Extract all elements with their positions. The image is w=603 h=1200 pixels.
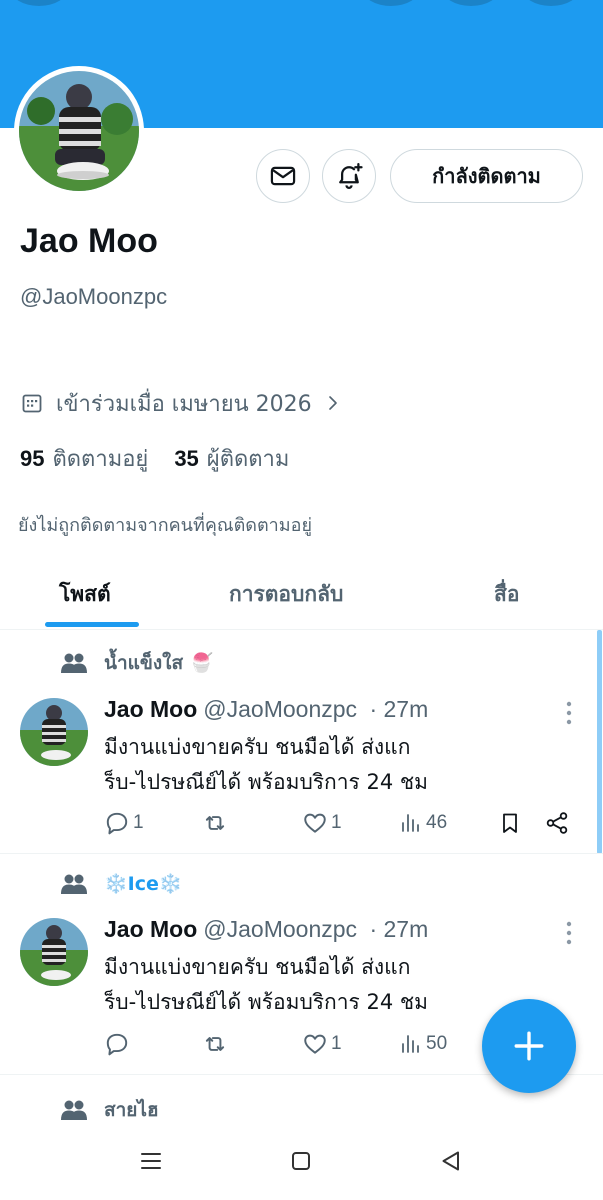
post-author-name[interactable]: Jao Moo <box>104 696 197 722</box>
post-text: มีงานแบ่งขายครับ ชนมือได้ ส่งแก ร็บ-ไปรษ… <box>104 950 524 1020</box>
back-triangle-icon <box>442 1151 459 1171</box>
followers-count[interactable]: 35 <box>174 446 198 472</box>
header-button-shape[interactable] <box>522 0 580 6</box>
tab-replies[interactable]: การตอบกลับ <box>229 578 343 611</box>
tab-posts[interactable]: โพสต์ <box>59 578 111 611</box>
avatar-image <box>19 71 139 191</box>
speech-bubble-icon <box>106 812 128 835</box>
repost-arrows-icon <box>205 1037 225 1051</box>
post-actions: 1 1 46 <box>104 808 584 838</box>
reply-count: 1 <box>133 812 144 833</box>
follow-stats: 95 ติดตามอยู่ 35 ผู้ติดตาม <box>20 441 289 476</box>
reply-button[interactable] <box>104 1029 133 1059</box>
post-text-line: มีงานแบ่งขายครับ ชนมือได้ ส่งแก <box>104 955 411 979</box>
square-icon <box>292 1152 310 1170</box>
community-name: ❄️Ice❄️ <box>104 873 183 895</box>
following-button[interactable]: กำลังติดตาม <box>390 149 583 203</box>
view-count: 50 <box>426 1033 448 1054</box>
not-followed-note: ยังไม่ถูกติดตามจากคนที่คุณติดตามอยู่ <box>18 515 312 536</box>
post-author-handle[interactable]: @JaoMoonzpc <box>203 696 357 722</box>
like-count: 1 <box>331 1033 342 1054</box>
people-icon <box>61 653 87 673</box>
envelope-icon <box>270 166 296 186</box>
repost-button[interactable] <box>202 1029 231 1059</box>
bookmark-icon <box>503 813 517 833</box>
bar-chart-icon <box>402 814 419 832</box>
plus-icon <box>514 1031 544 1061</box>
tab-media[interactable]: สื่อ <box>494 578 519 611</box>
like-button[interactable]: 1 <box>302 1029 342 1059</box>
people-icon <box>61 874 87 894</box>
profile-name: Jao Moo <box>20 222 158 260</box>
bell-plus-icon <box>339 163 363 189</box>
views-button[interactable]: 50 <box>399 1029 447 1059</box>
system-navigation-bar <box>0 1122 603 1200</box>
post-text-line: ร็บ-ไปรษณีย์ได้ พร้อมบริการ 24 ชม <box>104 770 429 794</box>
post-meta: Jao Moo @JaoMoonzpc · 27m <box>104 916 428 943</box>
heart-icon <box>304 1034 326 1054</box>
profile-handle: @JaoMoonzpc <box>20 284 168 309</box>
active-tab-indicator <box>45 622 139 627</box>
community-label[interactable]: สายไฮ <box>60 1095 159 1125</box>
chevron-right-icon <box>328 396 337 410</box>
repost-button[interactable] <box>202 808 231 838</box>
message-button[interactable] <box>256 149 310 203</box>
community-name: น้ำแข็งใส 🍧 <box>104 652 214 674</box>
header-button-shape[interactable] <box>362 0 420 6</box>
post-text-line: ร็บ-ไปรษณีย์ได้ พร้อมบริการ 24 ชม <box>104 990 429 1014</box>
like-count: 1 <box>331 812 342 833</box>
header-button-shape[interactable] <box>10 0 68 6</box>
profile-avatar[interactable] <box>14 66 144 196</box>
people-icon <box>61 1100 87 1120</box>
header-button-shape[interactable] <box>442 0 500 6</box>
calendar-icon <box>22 394 42 413</box>
notification-button[interactable] <box>322 149 376 203</box>
post-meta: Jao Moo @JaoMoonzpc · 27m <box>104 696 428 723</box>
community-label[interactable]: น้ำแข็งใส 🍧 <box>60 648 213 678</box>
following-count[interactable]: 95 <box>20 446 44 472</box>
back-button[interactable] <box>436 1146 466 1176</box>
post-time: · 27m <box>369 696 429 722</box>
post-time: · 27m <box>369 916 429 942</box>
view-count: 46 <box>426 812 448 833</box>
joined-date-text: เข้าร่วมเมื่อ เมษายน 2026 <box>56 391 312 417</box>
like-button[interactable]: 1 <box>302 808 342 838</box>
views-button[interactable]: 46 <box>399 808 447 838</box>
community-name: สายไฮ <box>104 1099 159 1121</box>
recent-apps-button[interactable] <box>136 1146 166 1176</box>
more-options-icon[interactable] <box>560 920 578 946</box>
share-button[interactable] <box>544 808 570 838</box>
post-text: มีงานแบ่งขายครับ ชนมือได้ ส่งแก ร็บ-ไปรษ… <box>104 730 524 800</box>
post-text-line: มีงานแบ่งขายครับ ชนมือได้ ส่งแก <box>104 735 411 759</box>
post-author-name[interactable]: Jao Moo <box>104 916 197 942</box>
post-author-avatar[interactable] <box>20 918 88 986</box>
home-button[interactable] <box>286 1146 316 1176</box>
bar-chart-icon <box>402 1035 419 1053</box>
community-label[interactable]: ❄️Ice❄️ <box>60 872 183 895</box>
post-author-avatar[interactable] <box>20 698 88 766</box>
repost-arrows-icon <box>205 816 225 830</box>
post-item[interactable]: น้ำแข็งใส 🍧 Jao Moo @JaoMoonzpc · 27m มีง… <box>0 630 603 854</box>
share-icon <box>546 812 568 834</box>
profile-tabs: โพสต์ การตอบกลับ สื่อ <box>0 560 603 630</box>
following-label[interactable]: ติดตามอยู่ <box>52 441 148 476</box>
heart-icon <box>304 813 326 833</box>
compose-button[interactable] <box>482 999 576 1093</box>
more-options-icon[interactable] <box>560 700 578 726</box>
reply-button[interactable]: 1 <box>104 808 144 838</box>
joined-date-row[interactable]: เข้าร่วมเมื่อ เมษายน 2026 <box>20 388 354 418</box>
followers-label[interactable]: ผู้ติดตาม <box>207 441 290 476</box>
bookmark-button[interactable] <box>498 808 522 838</box>
post-author-handle[interactable]: @JaoMoonzpc <box>203 916 357 942</box>
speech-bubble-icon <box>106 1033 128 1056</box>
menu-lines-icon <box>141 1153 161 1169</box>
